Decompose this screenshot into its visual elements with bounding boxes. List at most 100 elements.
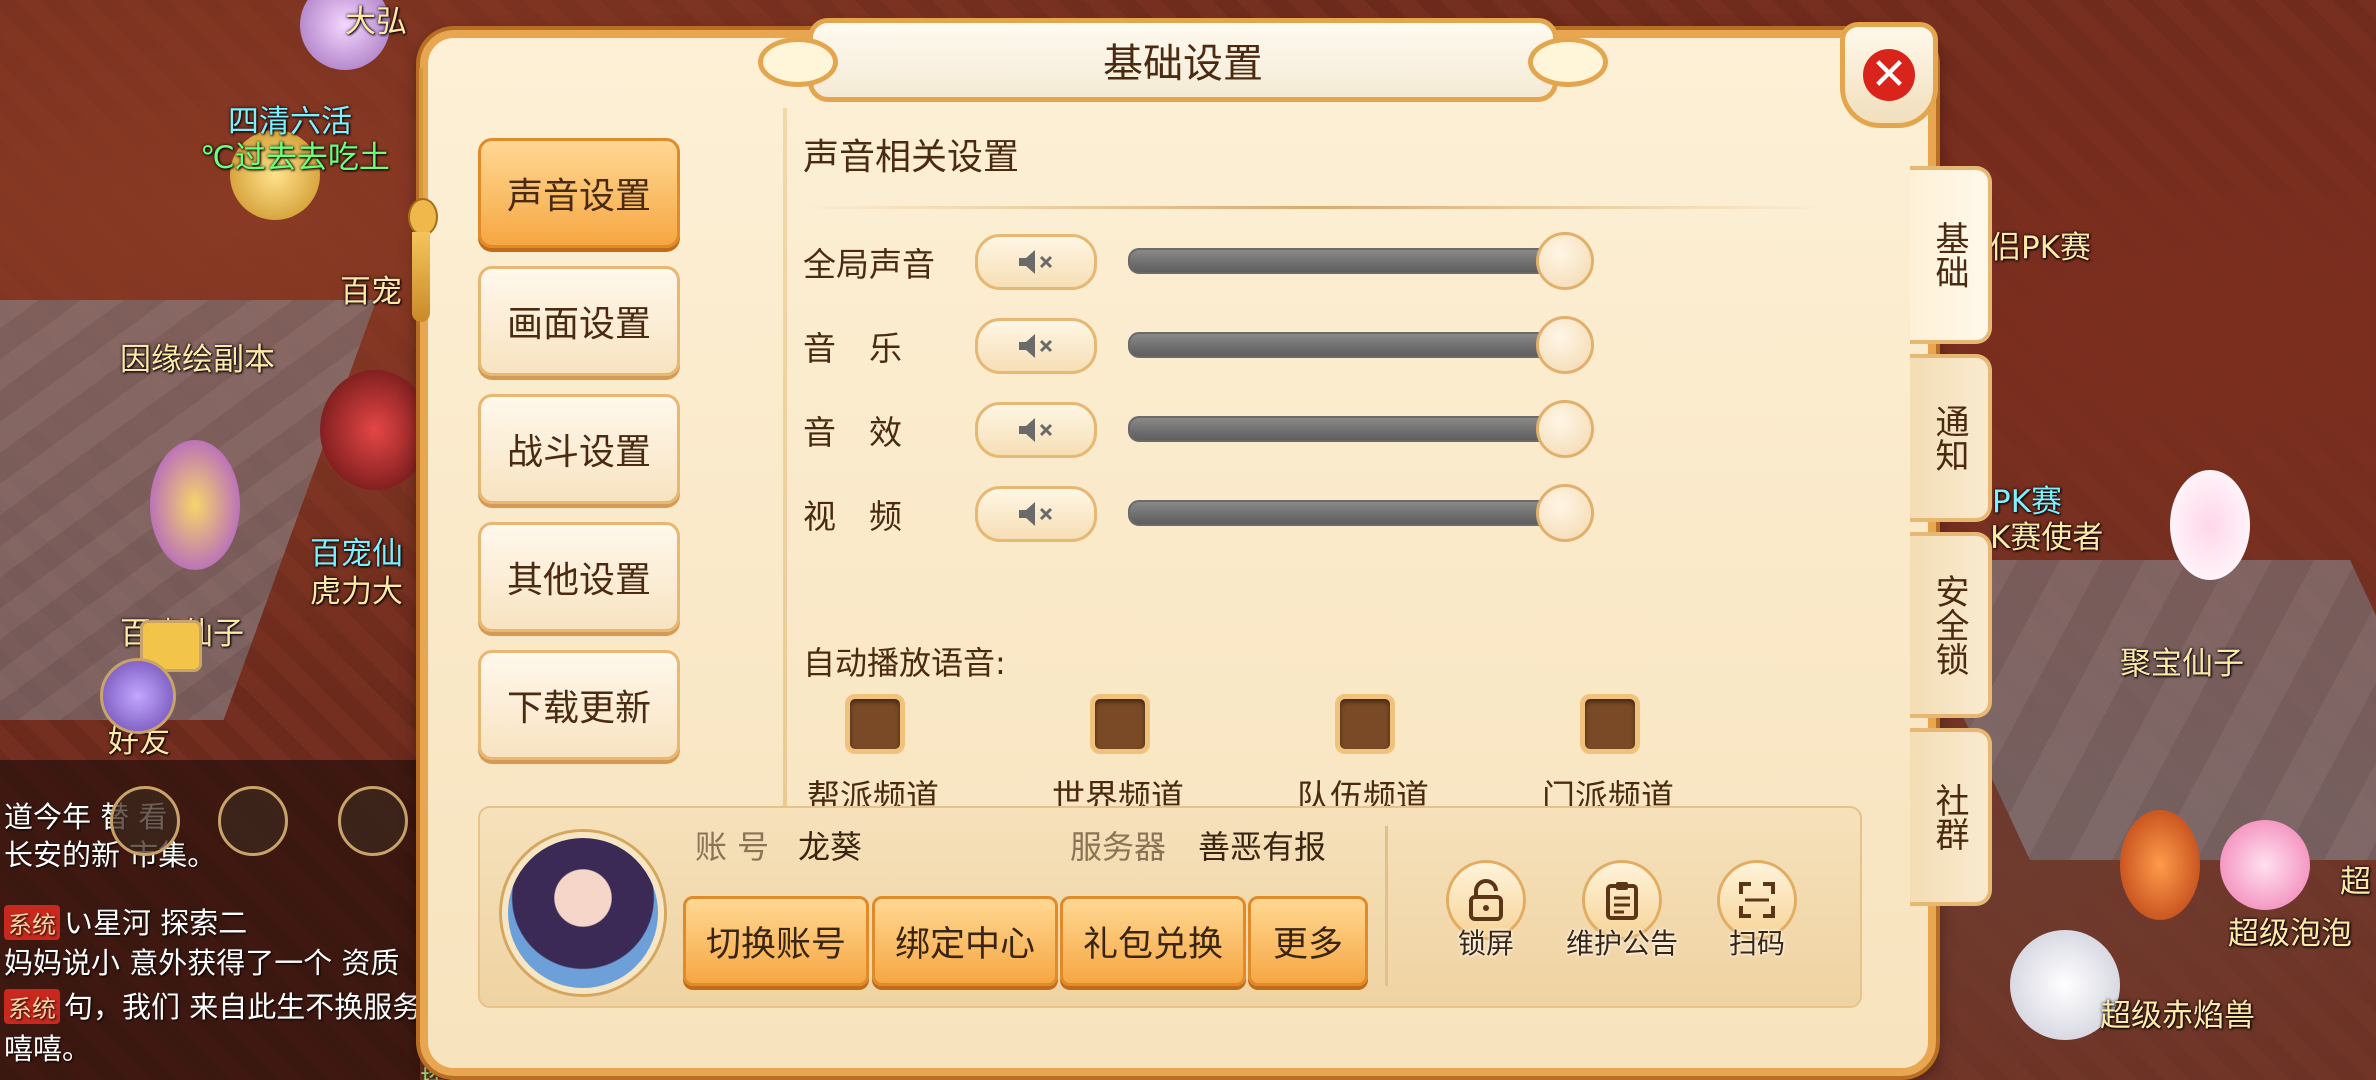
npc-label[interactable]: 百宠 [340, 266, 402, 311]
account-value: 龙葵 [798, 828, 863, 866]
volume-slider-thumb[interactable] [1536, 400, 1594, 458]
account-bar: 账 号 龙葵 服务器 善恶有报 切换账号 绑定中心 礼包兑换 更多 锁屏 维护公… [478, 806, 1862, 1008]
button-label: 礼包兑换 [1082, 924, 1223, 965]
sound-settings-panel: 声音相关设置 全局声音 音 乐 音 效 视 频 自动播放语音: 帮派频道 世界频… [803, 108, 1853, 868]
chat-line: 系统 句，我们 来自此生不换服务 [4, 984, 421, 1026]
divider [783, 108, 787, 868]
tab-label: 基础 [1929, 221, 1969, 289]
tab-label: 通知 [1929, 404, 1969, 472]
button-label: 切换账号 [705, 924, 846, 965]
mute-button[interactable] [975, 402, 1097, 458]
chat-line: 妈妈说小 意外获得了一个 资质 [4, 946, 400, 980]
cloud-ornament [1528, 37, 1608, 87]
nav-label: 声音设置 [506, 176, 651, 217]
volume-label: 音 乐 [803, 329, 902, 368]
lock-screen-button[interactable]: 锁屏 [1426, 860, 1546, 960]
npc-sprite[interactable] [2120, 810, 2200, 920]
mute-button[interactable] [975, 318, 1097, 374]
volume-label: 视 频 [803, 497, 902, 536]
dialog-title: 基础设置 [1103, 41, 1263, 87]
npc-label[interactable]: 大弘 [345, 0, 407, 41]
nav-sound-settings[interactable]: 声音设置 [478, 138, 680, 248]
nav-label: 战斗设置 [506, 432, 651, 473]
volume-slider-thumb[interactable] [1536, 484, 1594, 542]
binding-center-button[interactable]: 绑定中心 [872, 896, 1058, 986]
volume-label: 全局声音 [803, 245, 935, 284]
button-label: 绑定中心 [894, 924, 1035, 965]
friends-icon[interactable] [100, 658, 176, 734]
system-tag: 系统 [4, 989, 60, 1024]
npc-label[interactable]: ℃过去去吃土 [200, 132, 390, 177]
speaker-mute-icon [1019, 418, 1053, 442]
npc-sprite[interactable] [2220, 820, 2310, 910]
volume-slider-track[interactable] [1128, 332, 1562, 358]
cloud-ornament [758, 37, 838, 87]
checkbox-team-channel[interactable] [1335, 694, 1395, 754]
chat-line: 长安的新 市集。 [4, 838, 217, 872]
npc-label[interactable]: 超 [2340, 856, 2371, 901]
npc-label[interactable]: K赛使者 [1990, 512, 2103, 557]
chat-line: 系统 い星河 探索二 [4, 900, 247, 942]
server-value: 善恶有报 [1198, 828, 1327, 866]
nav-label: 画面设置 [506, 304, 651, 345]
account-key: 账 号 [695, 828, 770, 866]
npc-label[interactable]: 超级赤焰兽 [2100, 990, 2255, 1035]
npc-sprite[interactable] [320, 370, 430, 490]
nav-download-update[interactable]: 下载更新 [478, 650, 680, 760]
close-icon: ✕ [1863, 49, 1915, 101]
divider [1385, 826, 1388, 986]
volume-label: 音 效 [803, 413, 902, 452]
npc-label[interactable]: 侣PK赛 [1990, 222, 2091, 267]
checkbox-sect-channel[interactable] [1580, 694, 1640, 754]
tab-community[interactable]: 社群 [1910, 728, 1992, 906]
npc-sprite[interactable] [150, 440, 240, 570]
dialog-title-plaque: 基础设置 [758, 18, 1608, 102]
npc-sprite[interactable] [2170, 470, 2250, 580]
avatar[interactable] [502, 832, 664, 994]
volume-slider-thumb[interactable] [1536, 232, 1594, 290]
maintenance-notice-button[interactable]: 维护公告 [1562, 860, 1682, 960]
tab-notification[interactable]: 通知 [1910, 354, 1992, 522]
chat-line: 嘻嘻。 [4, 1032, 92, 1066]
volume-slider-track[interactable] [1128, 416, 1562, 442]
chat-bubble-icon[interactable] [110, 786, 180, 856]
checkbox-world-channel[interactable] [1090, 694, 1150, 754]
section-title: 声音相关设置 [803, 137, 1020, 178]
switch-account-button[interactable]: 切换账号 [683, 896, 869, 986]
tab-basic[interactable]: 基础 [1910, 166, 1992, 344]
more-button[interactable]: 更多 [1248, 896, 1368, 986]
volume-slider-track[interactable] [1128, 500, 1562, 526]
server-key: 服务器 [1070, 828, 1167, 866]
scan-code-button[interactable]: 扫码 [1697, 860, 1817, 960]
nav-label: 其他设置 [506, 560, 651, 601]
voice-mic-icon[interactable] [338, 786, 408, 856]
npc-label[interactable]: 虎力大 [310, 566, 403, 611]
divider [803, 206, 1823, 209]
tab-label: 社群 [1929, 783, 1969, 851]
nav-label: 下载更新 [506, 688, 651, 729]
volume-slider-track[interactable] [1128, 248, 1562, 274]
npc-label[interactable]: 超级泡泡 [2228, 908, 2352, 953]
mute-button[interactable] [975, 486, 1097, 542]
voice-mic-icon[interactable] [218, 786, 288, 856]
close-button[interactable]: ✕ [1840, 22, 1938, 128]
mute-button[interactable] [975, 234, 1097, 290]
nav-other-settings[interactable]: 其他设置 [478, 522, 680, 632]
tab-security-lock[interactable]: 安全锁 [1910, 532, 1992, 718]
nav-battle-settings[interactable]: 战斗设置 [478, 394, 680, 504]
speaker-mute-icon [1019, 334, 1053, 358]
tassel-ornament [408, 68, 438, 322]
tab-label: 安全锁 [1929, 574, 1969, 676]
speaker-mute-icon [1019, 250, 1053, 274]
button-label: 更多 [1272, 924, 1343, 965]
checkbox-guild-channel[interactable] [845, 694, 905, 754]
volume-slider-thumb[interactable] [1536, 316, 1594, 374]
auto-play-label: 自动播放语音: [803, 644, 1006, 682]
npc-label[interactable]: 聚宝仙子 [2120, 638, 2244, 683]
npc-label[interactable]: 因缘绘副本 [120, 334, 275, 379]
chat-text: い星河 探索二 [64, 906, 248, 940]
gift-redeem-button[interactable]: 礼包兑换 [1060, 896, 1246, 986]
nav-display-settings[interactable]: 画面设置 [478, 266, 680, 376]
tool-label: 扫码 [1728, 927, 1785, 960]
system-tag: 系统 [4, 905, 60, 940]
